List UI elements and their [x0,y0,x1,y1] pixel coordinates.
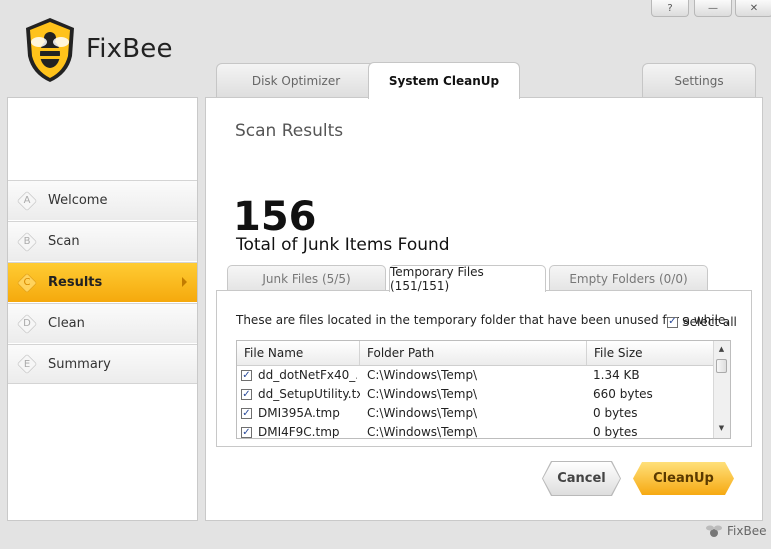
cancel-button[interactable]: Cancel [543,462,620,495]
app-logo-text: FixBee [86,34,173,64]
tab-empty-folders[interactable]: Empty Folders (0/0) [549,265,708,291]
file-name: DMI4F9C.tmp [258,425,340,439]
file-name: dd_SetupUtility.txt [258,387,360,401]
table-scrollbar[interactable]: ▲ ▼ [713,341,730,438]
footer-app-name: FixBee [727,524,767,538]
column-header-file-name[interactable]: File Name [237,341,360,365]
sidebar-item-summary[interactable]: E Summary [8,344,197,384]
table-row[interactable]: ✓ dd_SetupUtility.txt C:\Windows\Temp\ 6… [237,385,715,404]
arrow-right-icon [182,277,187,287]
sidebar: A Welcome B Scan C Results D Clean E Sum… [7,97,198,521]
folder-path: C:\Windows\Temp\ [367,425,478,439]
file-name: dd_dotNetFx40_... [258,368,357,382]
select-all-label: Select all [682,315,737,329]
row-checkbox[interactable]: ✓ [241,389,252,400]
table-row[interactable]: ✓ DMI395A.tmp C:\Windows\Temp\ 0 bytes [237,404,715,423]
row-checkbox[interactable]: ✓ [241,370,252,381]
file-size: 0 bytes [593,425,638,439]
minimize-icon: — [708,2,718,14]
sidebar-item-scan[interactable]: B Scan [8,221,197,261]
table-row[interactable]: ✓ dd_dotNetFx40_... C:\Windows\Temp\ 1.3… [237,366,715,385]
bee-shield-logo-icon [26,18,74,82]
file-size: 1.34 KB [593,368,640,382]
tab-temporary-files[interactable]: Temporary Files (151/151) [389,265,546,293]
help-icon: ? [667,2,673,14]
select-all-checkbox[interactable]: ✓ Select all [667,315,737,329]
tab-description: These are files located in the temporary… [236,313,730,327]
sidebar-item-label: Results [48,275,103,290]
table-row[interactable]: ✓ DMI4F9C.tmp C:\Windows\Temp\ 0 bytes [237,423,715,439]
close-button[interactable]: ✕ [735,0,771,17]
page-title: Scan Results [235,121,344,141]
file-size: 660 bytes [593,387,653,401]
tab-junk-files[interactable]: Junk Files (5/5) [227,265,386,291]
file-size: 0 bytes [593,406,638,420]
sidebar-item-results[interactable]: C Results [8,262,197,302]
scroll-thumb[interactable] [716,359,727,373]
table-header: File Name Folder Path File Size [237,341,715,366]
step-e-icon: E [17,354,37,374]
sidebar-item-welcome[interactable]: A Welcome [8,180,197,220]
step-a-icon: A [17,191,37,211]
file-table: File Name Folder Path File Size ✓ dd_dot… [236,340,731,439]
help-button[interactable]: ? [651,0,689,17]
sidebar-item-label: Scan [48,234,80,249]
folder-path: C:\Windows\Temp\ [367,406,478,420]
junk-count: 156 [233,194,317,240]
row-checkbox[interactable]: ✓ [241,408,252,419]
bee-icon [706,525,722,537]
junk-count-label: Total of Junk Items Found [236,235,450,255]
scroll-down-icon[interactable]: ▼ [714,421,729,435]
column-header-file-size[interactable]: File Size [587,341,715,365]
file-name: DMI395A.tmp [258,406,340,420]
step-c-icon: C [17,273,37,293]
tab-disk-optimizer[interactable]: Disk Optimizer [216,63,376,97]
footer-brand: FixBee [705,524,766,538]
minimize-button[interactable]: — [694,0,732,17]
sidebar-item-label: Welcome [48,193,108,208]
scroll-up-icon[interactable]: ▲ [714,342,729,356]
sidebar-item-label: Clean [48,316,85,331]
cleanup-button[interactable]: CleanUp [633,462,734,495]
sidebar-item-label: Summary [48,356,111,372]
tab-settings[interactable]: Settings [642,63,756,97]
column-header-folder-path[interactable]: Folder Path [360,341,587,365]
tab-system-cleanup[interactable]: System CleanUp [368,62,520,99]
row-checkbox[interactable]: ✓ [241,427,252,438]
checkmark-icon: ✓ [667,316,678,328]
folder-path: C:\Windows\Temp\ [367,368,478,382]
close-icon: ✕ [749,2,759,14]
sidebar-item-clean[interactable]: D Clean [8,303,197,343]
step-d-icon: D [17,314,37,334]
step-b-icon: B [17,232,37,252]
folder-path: C:\Windows\Temp\ [367,387,478,401]
